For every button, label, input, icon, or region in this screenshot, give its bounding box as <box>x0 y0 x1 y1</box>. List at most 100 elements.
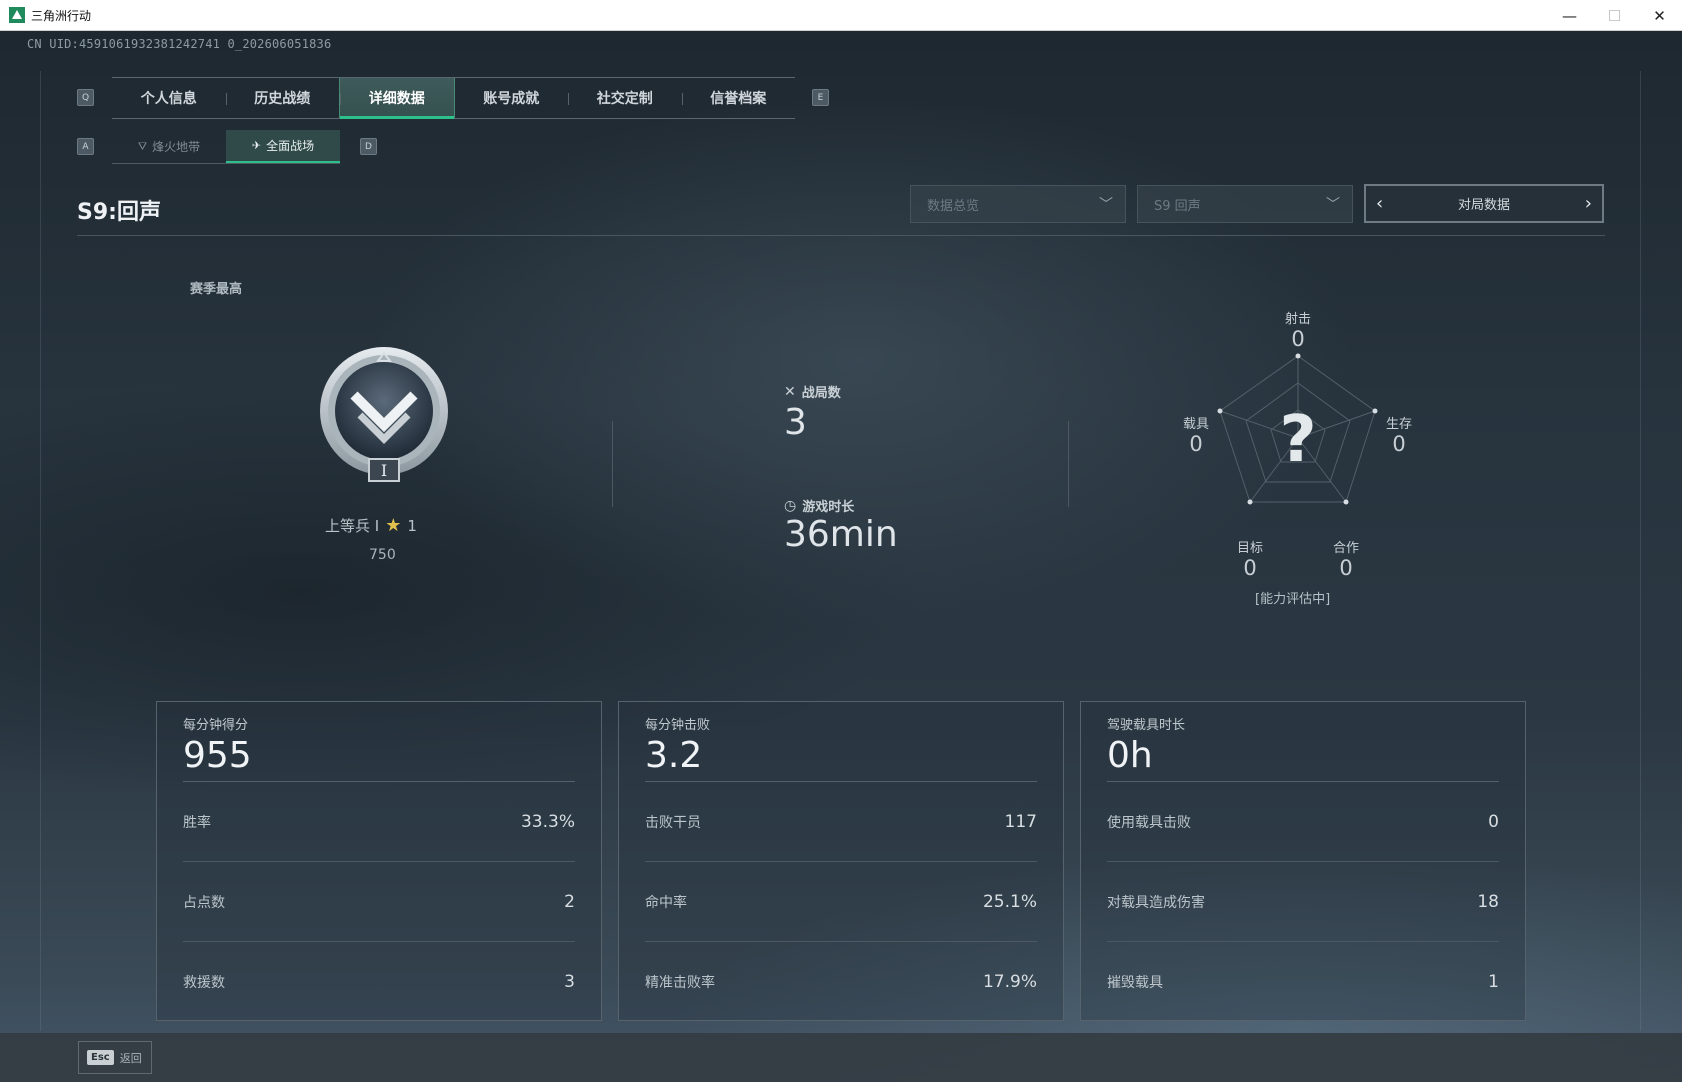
stat-key: 胜率 <box>183 814 211 831</box>
section-divider <box>1068 421 1069 507</box>
radar-label-survival: 生存 <box>1385 417 1412 432</box>
tab-prev-key-hint[interactable]: Q <box>77 89 94 106</box>
stat-value: 18 <box>1477 891 1499 912</box>
back-button[interactable]: Esc 返回 <box>78 1041 152 1074</box>
minimize-button[interactable]: — <box>1547 0 1592 31</box>
stat-row: 击败干员 117 <box>645 782 1037 862</box>
rank-name-row: 上等兵 I ★ 1 <box>325 515 417 536</box>
time-value: 36min <box>784 514 898 555</box>
game-screen: CN UID:4591061932381242741 0_20260605183… <box>0 31 1682 1082</box>
time-label-row: ◷ 游戏时长 <box>784 496 855 516</box>
stat-key: 使用载具击败 <box>1107 814 1191 831</box>
season-filter-dropdown[interactable]: S9 回声 ﹀ <box>1137 185 1353 223</box>
score-panel: 每分钟得分 955 胜率 33.3% 占点数 2 救援数 3 <box>156 701 602 1021</box>
stat-key: 命中率 <box>645 894 687 911</box>
subtab-label: 烽火地带 <box>152 140 201 154</box>
panel-title: 驾驶载具时长 <box>1107 718 1186 733</box>
crossed-swords-icon: ✕ <box>784 383 796 400</box>
stat-value: 25.1% <box>982 891 1037 912</box>
rank-stars: 1 <box>407 516 417 535</box>
clock-icon: ◷ <box>784 497 797 514</box>
stat-value: 0 <box>1488 811 1499 832</box>
tab-history[interactable]: 历史战绩 <box>225 78 340 118</box>
stat-row: 对载具造成伤害 18 <box>1107 862 1499 942</box>
star-icon: ★ <box>385 515 402 536</box>
chevron-down-icon: ﹀ <box>1326 197 1340 213</box>
dropdown-value: 数据总览 <box>927 198 980 214</box>
main-tabs: 个人信息 历史战绩 详细数据 账号成就 社交定制 信誉档案 <box>112 77 795 119</box>
frame-decoration <box>1640 71 1641 1031</box>
tab-social[interactable]: 社交定制 <box>568 78 682 118</box>
rank-emblem-icon: I <box>320 347 448 482</box>
stat-row: 摧毁载具 1 <box>1107 942 1499 1022</box>
tab-achievements[interactable]: 账号成就 <box>455 78 569 118</box>
frame-decoration <box>40 71 41 1031</box>
app-logo-icon <box>9 7 25 23</box>
section-divider <box>612 421 613 507</box>
ability-evaluating-note: [能力评估中] <box>1255 592 1331 607</box>
stat-row: 占点数 2 <box>183 862 575 942</box>
tab-credit-record[interactable]: 信誉档案 <box>681 78 796 118</box>
radar-value-objective: 0 <box>1243 556 1257 580</box>
stat-key: 占点数 <box>183 894 225 911</box>
games-label: 战局数 <box>801 386 841 401</box>
panel-header: 每分钟击败 3.2 <box>645 702 1037 782</box>
panel-title: 每分钟得分 <box>183 718 249 733</box>
window-controls: — ☐ ✕ <box>1547 0 1682 31</box>
vehicle-panel: 驾驶载具时长 0h 使用载具击败 0 对载具造成伤害 18 摧毁载具 1 <box>1080 701 1526 1021</box>
subtab-prev-key-hint[interactable]: A <box>77 138 94 155</box>
emblem-numeral: I <box>381 461 387 480</box>
subtab-hazard-zone[interactable]: ⛛ 烽火地带 <box>112 130 226 163</box>
ability-radar: ? 射击 0 生存 0 合作 0 目标 0 载具 0 <box>1170 311 1430 601</box>
stat-key: 对载具造成伤害 <box>1107 894 1205 911</box>
close-button[interactable]: ✕ <box>1637 0 1682 31</box>
chevron-left-icon[interactable]: ‹ <box>1376 193 1383 214</box>
rank-name: 上等兵 I <box>325 517 380 535</box>
stat-row: 救援数 3 <box>183 942 575 1022</box>
games-value: 3 <box>784 402 807 443</box>
games-label-row: ✕ 战局数 <box>784 382 841 402</box>
panel-value: 955 <box>183 735 252 776</box>
tab-detailed-data[interactable]: 详细数据 <box>339 78 455 119</box>
radar-value-shooting: 0 <box>1291 327 1305 351</box>
pager-label: 对局数据 <box>1457 198 1510 213</box>
stat-key: 摧毁载具 <box>1107 975 1163 991</box>
stat-row: 命中率 25.1% <box>645 862 1037 942</box>
panel-value: 3.2 <box>645 735 703 776</box>
esc-key-hint: Esc <box>87 1050 114 1065</box>
radar-value-teamwork: 0 <box>1339 556 1353 580</box>
radar-value-vehicle: 0 <box>1189 432 1203 456</box>
radar-label-teamwork: 合作 <box>1332 541 1359 556</box>
panel-title: 每分钟击败 <box>645 718 711 733</box>
stat-value: 33.3% <box>520 811 575 832</box>
subtab-next-key-hint[interactable]: D <box>360 138 377 155</box>
uid-label: CN UID:4591061932381242741 0_20260605183… <box>27 37 332 51</box>
header-divider <box>77 235 1605 236</box>
back-label: 返回 <box>119 1051 142 1065</box>
stat-row: 精准击败率 17.9% <box>645 942 1037 1022</box>
triangle-icon: ⛛ <box>137 139 148 153</box>
match-data-pager: ‹ 对局数据 › <box>1364 184 1604 223</box>
stat-value: 2 <box>564 891 575 912</box>
subtab-full-battle[interactable]: ✈ 全面战场 <box>226 130 340 163</box>
panel-header: 驾驶载具时长 0h <box>1107 702 1499 782</box>
tab-next-key-hint[interactable]: E <box>812 89 829 106</box>
rank-points: 750 <box>369 547 396 563</box>
tab-personal-info[interactable]: 个人信息 <box>112 78 226 118</box>
data-filter-dropdown[interactable]: 数据总览 ﹀ <box>910 185 1126 223</box>
panel-header: 每分钟得分 955 <box>183 702 575 782</box>
season-title: S9:回声 <box>77 200 161 225</box>
chevron-right-icon[interactable]: › <box>1585 193 1592 214</box>
maximize-button[interactable]: ☐ <box>1592 0 1637 31</box>
stat-key: 击败干员 <box>645 814 701 831</box>
radar-chart: ? <box>1217 353 1378 505</box>
radar-label-vehicle: 载具 <box>1182 417 1209 432</box>
panel-value: 0h <box>1107 735 1153 776</box>
radar-label-shooting: 射击 <box>1284 312 1311 327</box>
window-title: 三角洲行动 <box>31 8 92 23</box>
stat-value: 3 <box>564 972 575 992</box>
radar-label-objective: 目标 <box>1236 541 1263 556</box>
time-label: 游戏时长 <box>802 500 855 515</box>
tank-icon: ✈ <box>251 139 262 152</box>
kills-panel: 每分钟击败 3.2 击败干员 117 命中率 25.1% 精准击败率 17.9% <box>618 701 1064 1021</box>
